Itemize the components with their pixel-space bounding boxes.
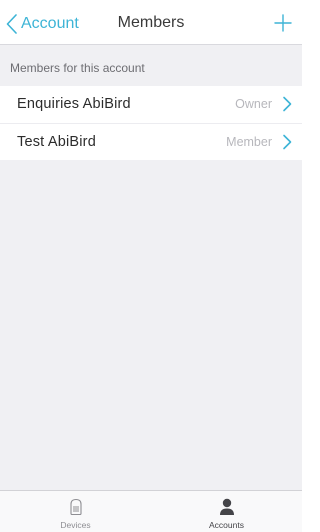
member-role: Owner: [235, 97, 272, 111]
chevron-right-icon: [282, 134, 292, 150]
member-row-test-abibird[interactable]: Test AbiBird Member: [0, 123, 302, 160]
member-name: Test AbiBird: [17, 134, 96, 150]
members-screen: Account Members Members for this account…: [0, 0, 302, 532]
plus-icon: [274, 14, 292, 32]
device-icon: [68, 498, 84, 516]
tab-devices[interactable]: Devices: [0, 491, 151, 532]
page-title: Members: [117, 14, 185, 31]
tab-accounts-label: Accounts: [209, 520, 244, 530]
member-role: Member: [226, 135, 272, 149]
member-row-enquiries-abibird[interactable]: Enquiries AbiBird Owner: [0, 86, 302, 123]
tab-accounts[interactable]: Accounts: [151, 491, 302, 532]
tab-devices-label: Devices: [60, 520, 91, 530]
navigation-bar: Account Members: [0, 0, 302, 45]
member-name: Enquiries AbiBird: [17, 96, 131, 112]
section-header: Members for this account: [10, 61, 145, 75]
chevron-right-icon: [282, 96, 292, 112]
tab-bar: Devices Accounts: [0, 490, 302, 532]
person-icon: [219, 498, 235, 516]
add-member-button[interactable]: [274, 14, 292, 32]
members-list: Enquiries AbiBird Owner Test AbiBird Mem…: [0, 86, 302, 160]
